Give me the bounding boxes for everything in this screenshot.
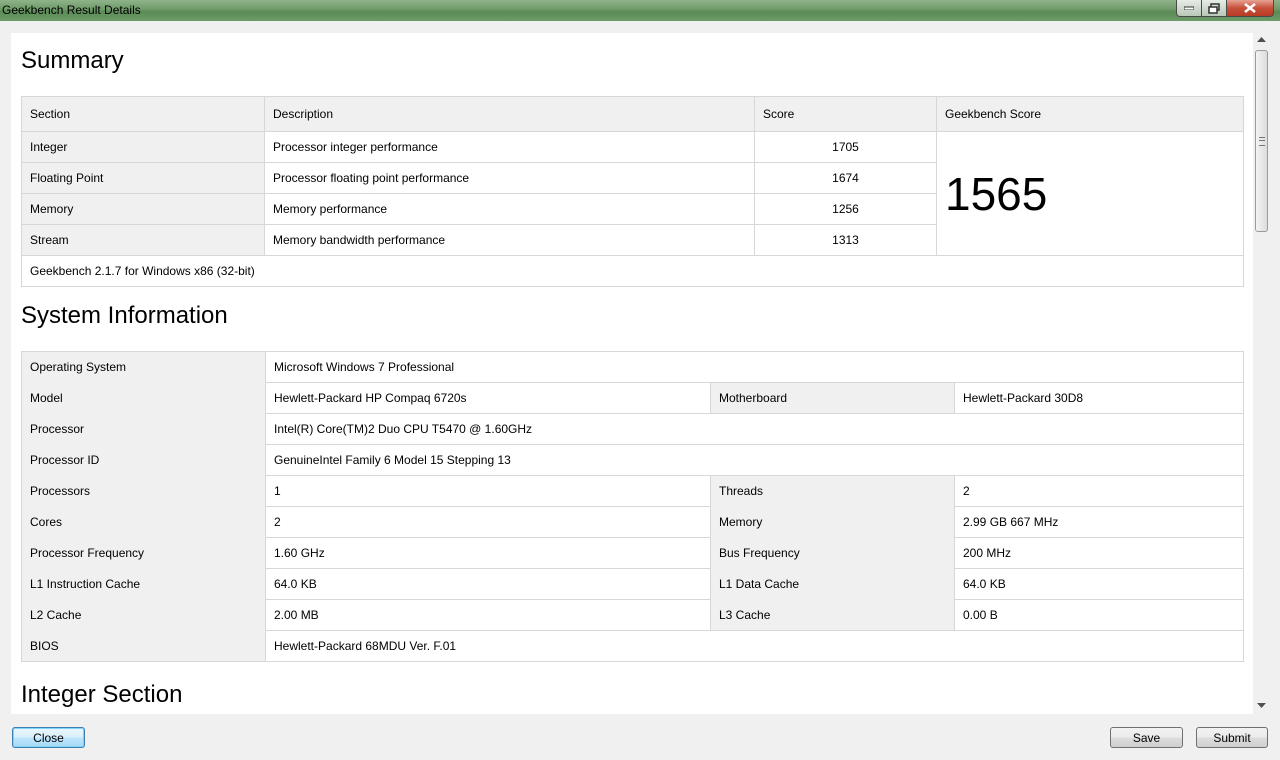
memory-label: Memory [710, 506, 955, 538]
scroll-down-icon[interactable] [1257, 703, 1266, 708]
save-button[interactable]: Save [1110, 727, 1183, 748]
processor-id-value: GenuineIntel Family 6 Model 15 Stepping … [264, 444, 1245, 476]
os-value: Microsoft Windows 7 Professional [264, 351, 1245, 383]
model-label: Model [21, 382, 266, 414]
section-name: Stream [21, 224, 265, 256]
section-score: 1674 [754, 162, 937, 194]
l2-cache-value: 2.00 MB [265, 599, 711, 631]
threads-value: 2 [953, 475, 1245, 507]
integer-section-title: Integer Section [21, 681, 183, 708]
restore-button[interactable] [1202, 0, 1227, 17]
motherboard-value: Hewlett-Packard 30D8 [953, 382, 1245, 414]
section-name: Memory [21, 193, 265, 225]
l2-cache-label: L2 Cache [21, 599, 266, 631]
os-label: Operating System [21, 351, 266, 383]
table-row: Operating System Microsoft Windows 7 Pro… [21, 351, 1245, 383]
header-section: Section [21, 96, 265, 132]
cores-label: Cores [21, 506, 266, 538]
version-info: Geekbench 2.1.7 for Windows x86 (32-bit) [21, 255, 1244, 287]
scrollbar-thumb[interactable] [1255, 50, 1268, 232]
memory-value: 2.99 GB 667 MHz [953, 506, 1245, 538]
processor-frequency-label: Processor Frequency [21, 537, 266, 569]
table-row: Model Hewlett-Packard HP Compaq 6720s Mo… [21, 382, 1245, 414]
table-row: BIOS Hewlett-Packard 68MDU Ver. F.01 [21, 630, 1245, 662]
bios-value: Hewlett-Packard 68MDU Ver. F.01 [264, 630, 1245, 662]
section-name: Floating Point [21, 162, 265, 194]
geekbench-score-value: 1565 [936, 131, 1244, 256]
processors-value: 1 [265, 475, 711, 507]
grip-icon [1259, 137, 1265, 146]
header-geekbench-score: Geekbench Score [936, 96, 1244, 132]
processor-label: Processor [21, 413, 266, 445]
table-row: Integer Processor integer performance 17… [21, 131, 1244, 256]
section-description: Memory bandwidth performance [264, 224, 755, 256]
system-info-title: System Information [21, 302, 228, 329]
l1-instruction-cache-value: 64.0 KB [265, 568, 711, 600]
table-row: Processor Frequency 1.60 GHz Bus Frequen… [21, 537, 1245, 569]
processors-label: Processors [21, 475, 266, 507]
processor-frequency-value: 1.60 GHz [265, 537, 711, 569]
table-row: Processors 1 Threads 2 [21, 475, 1245, 507]
close-button[interactable]: Close [12, 727, 85, 748]
system-info-table: Operating System Microsoft Windows 7 Pro… [21, 351, 1245, 662]
threads-label: Threads [710, 475, 955, 507]
vertical-scrollbar[interactable] [1253, 33, 1270, 714]
restore-icon [1208, 2, 1220, 14]
minimize-icon [1184, 6, 1194, 10]
title-bar: Geekbench Result Details [0, 0, 1280, 21]
header-description: Description [264, 96, 755, 132]
section-score: 1705 [754, 131, 937, 163]
minimize-button[interactable] [1176, 0, 1202, 17]
processor-value: Intel(R) Core(TM)2 Duo CPU T5470 @ 1.60G… [264, 413, 1245, 445]
bios-label: BIOS [21, 630, 266, 662]
bus-frequency-value: 200 MHz [953, 537, 1245, 569]
close-window-button[interactable] [1227, 0, 1274, 17]
cores-value: 2 [265, 506, 711, 538]
table-row: Processor Intel(R) Core(TM)2 Duo CPU T54… [21, 413, 1245, 445]
model-value: Hewlett-Packard HP Compaq 6720s [265, 382, 711, 414]
l1-data-cache-label: L1 Data Cache [710, 568, 955, 600]
close-icon [1244, 3, 1256, 13]
section-description: Processor integer performance [264, 131, 755, 163]
processor-id-label: Processor ID [21, 444, 266, 476]
section-name: Integer [21, 131, 265, 163]
summary-title: Summary [21, 47, 124, 74]
section-score: 1313 [754, 224, 937, 256]
section-description: Memory performance [264, 193, 755, 225]
l1-data-cache-value: 64.0 KB [953, 568, 1245, 600]
section-description: Processor floating point performance [264, 162, 755, 194]
results-panel[interactable]: Summary Section Description Score Geekbe… [11, 33, 1253, 714]
table-row: L1 Instruction Cache 64.0 KB L1 Data Cac… [21, 568, 1245, 600]
submit-button[interactable]: Submit [1196, 727, 1268, 748]
bus-frequency-label: Bus Frequency [710, 537, 955, 569]
header-score: Score [754, 96, 937, 132]
l3-cache-label: L3 Cache [710, 599, 955, 631]
section-score: 1256 [754, 193, 937, 225]
motherboard-label: Motherboard [710, 382, 955, 414]
summary-table: Section Description Score Geekbench Scor… [21, 96, 1244, 287]
table-row: L2 Cache 2.00 MB L3 Cache 0.00 B [21, 599, 1245, 631]
table-row: Processor ID GenuineIntel Family 6 Model… [21, 444, 1245, 476]
window-controls [1176, 0, 1274, 18]
window-title: Geekbench Result Details [2, 3, 141, 17]
scroll-up-icon[interactable] [1257, 37, 1266, 42]
table-row: Cores 2 Memory 2.99 GB 667 MHz [21, 506, 1245, 538]
l1-instruction-cache-label: L1 Instruction Cache [21, 568, 266, 600]
l3-cache-value: 0.00 B [953, 599, 1245, 631]
